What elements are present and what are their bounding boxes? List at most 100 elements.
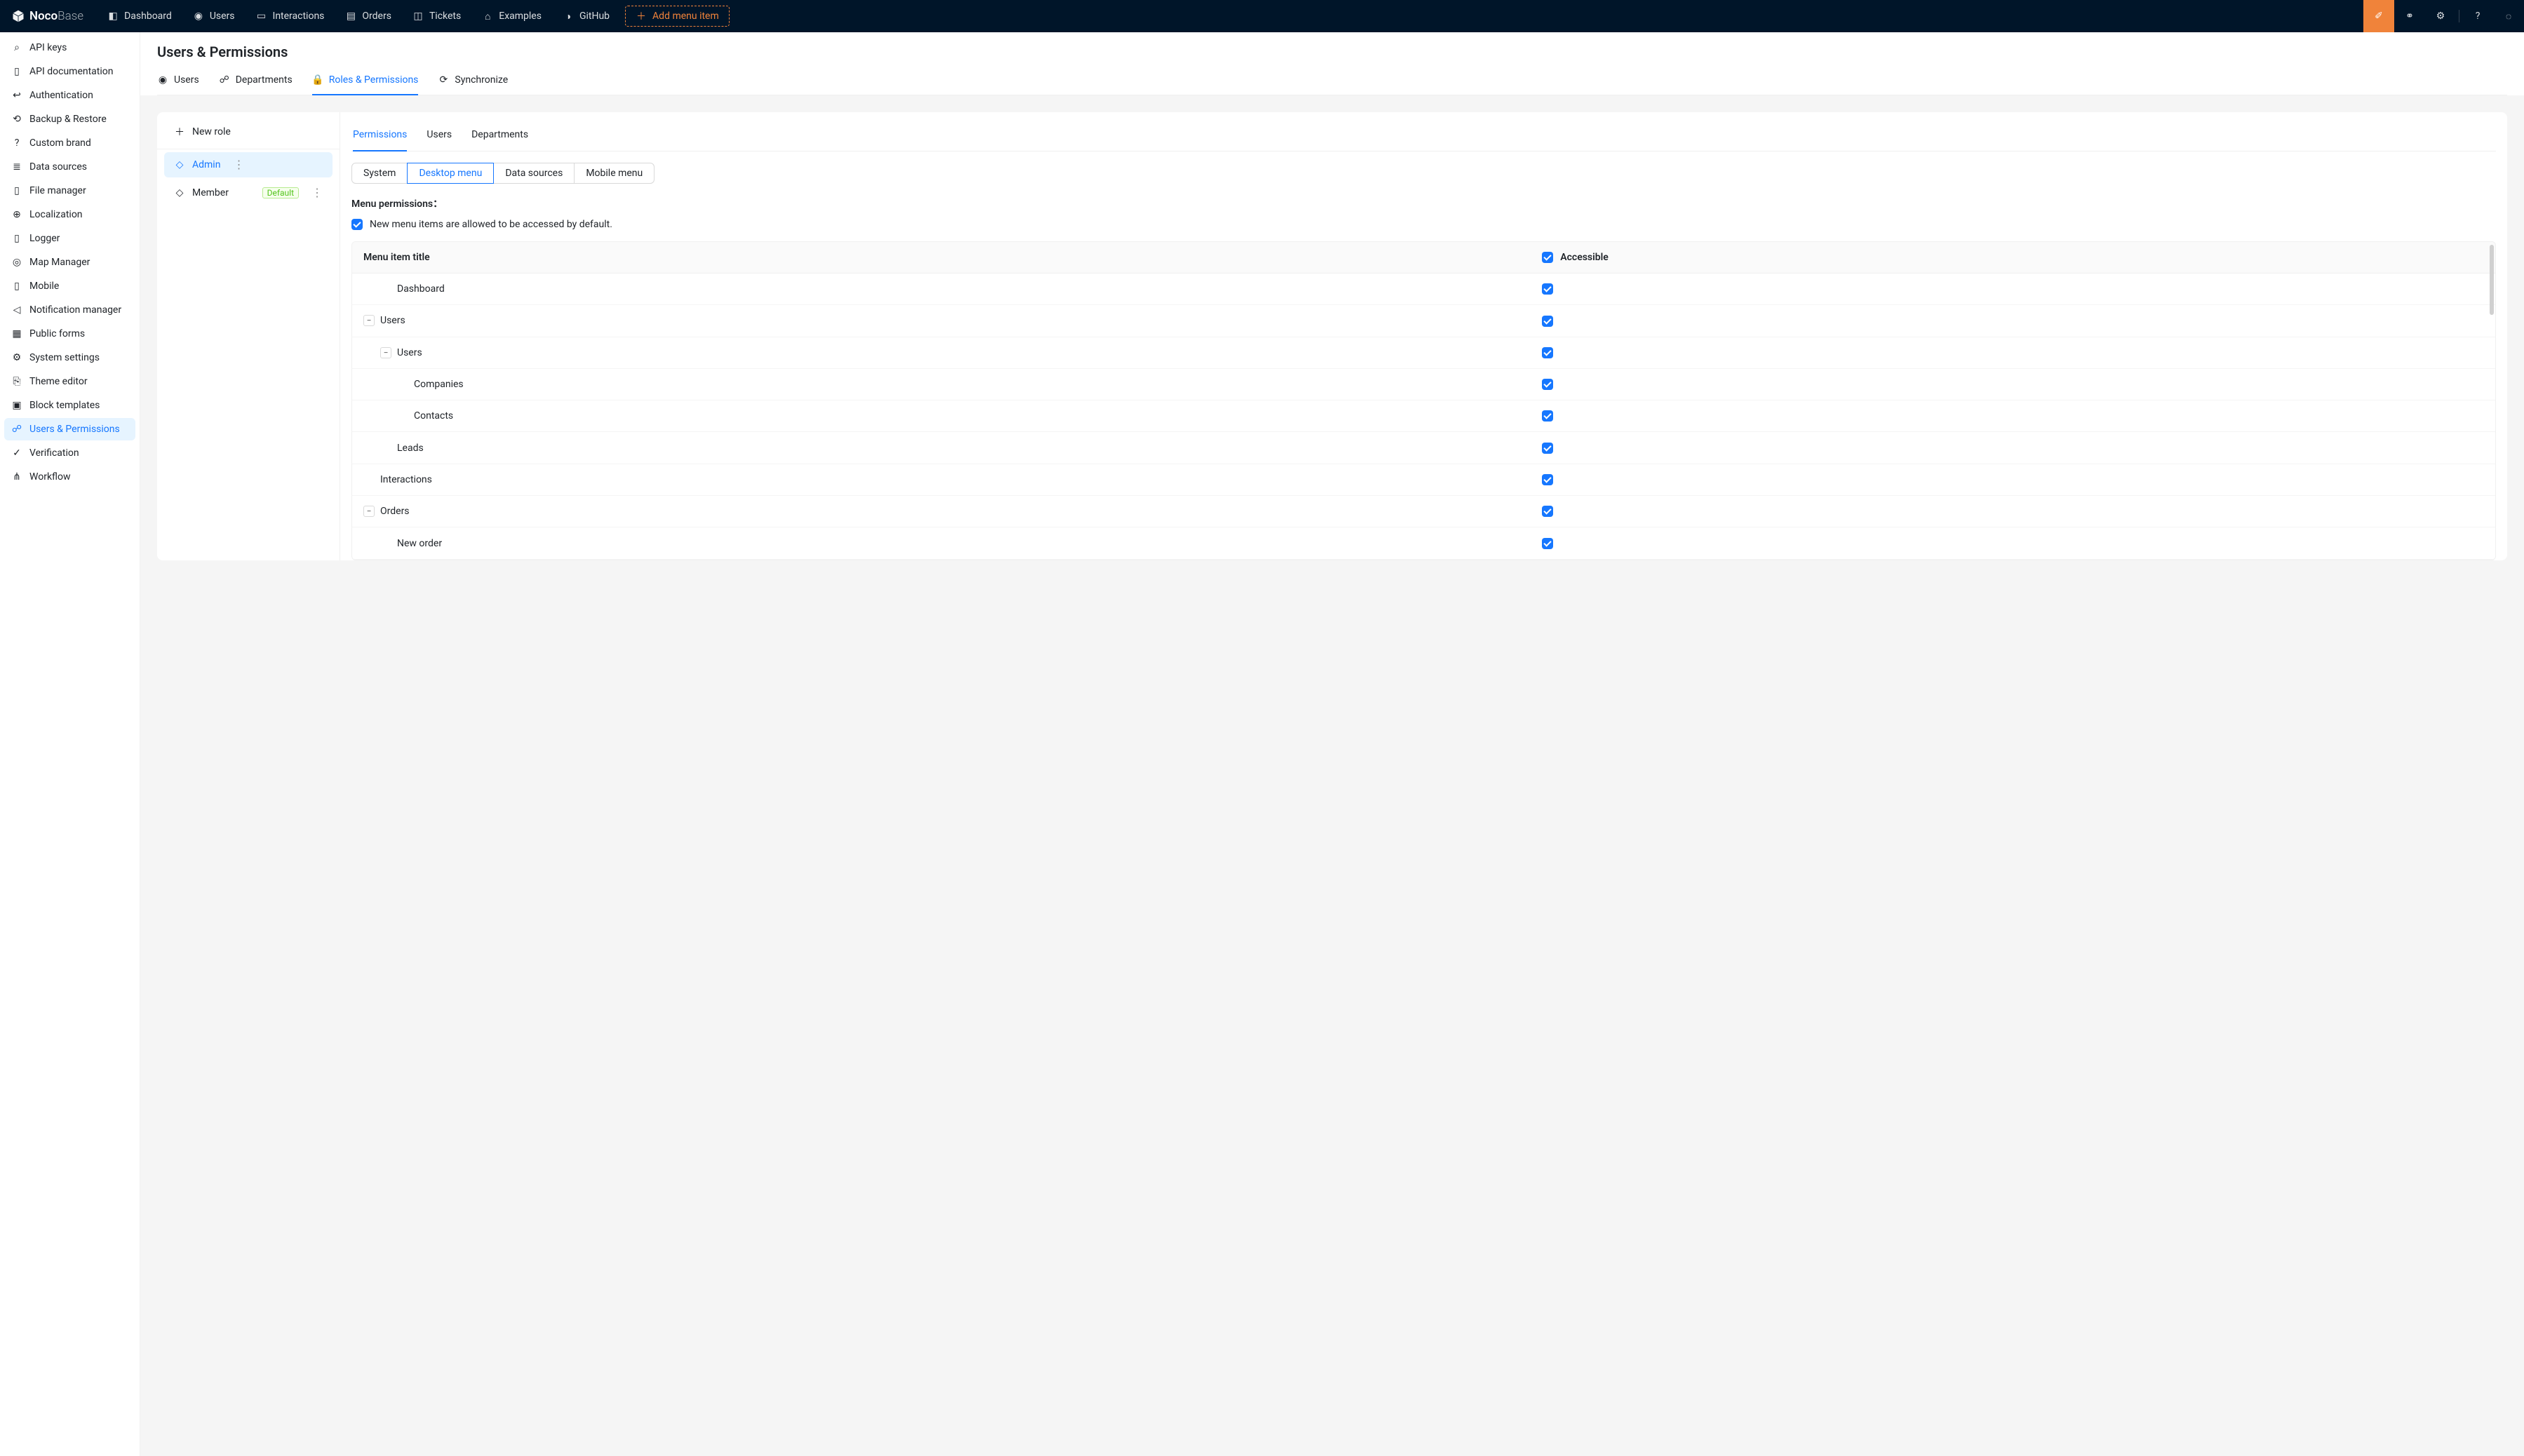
user-icon: ◉ — [157, 74, 168, 86]
accessible-checkbox[interactable] — [1542, 506, 1553, 517]
sidebar-item-system-settings[interactable]: ⚙ System settings — [4, 346, 135, 369]
plugin-button[interactable]: ⚭ — [2394, 0, 2425, 32]
top-header: NocoBase ◧ Dashboard ◉ Users ▭ Interacti… — [0, 0, 2524, 32]
role-more-icon[interactable]: ⋮ — [311, 187, 323, 198]
new-role-button[interactable]: ＋ New role — [157, 115, 340, 149]
default-access-checkbox[interactable] — [351, 219, 363, 230]
top-menu-label: Tickets — [429, 11, 461, 22]
accessible-cell — [1531, 400, 2495, 432]
design-mode-button[interactable]: ✐ — [2363, 0, 2394, 32]
sidebar-item-users-permissions[interactable]: ☍ Users & Permissions — [4, 418, 135, 440]
sidebar-item-label: Localization — [29, 209, 83, 220]
seg-data-sources[interactable]: Data sources — [493, 163, 575, 184]
top-menu-label: Users — [210, 11, 235, 22]
top-menu-label: Examples — [499, 11, 542, 22]
sidebar-item-file-manager[interactable]: ▯ File manager — [4, 180, 135, 202]
accessible-cell — [1531, 305, 2495, 337]
tab-roles-permissions[interactable]: 🔒 Roles & Permissions — [312, 67, 419, 95]
sidebar-item-notification-manager[interactable]: ◁ Notification manager — [4, 299, 135, 321]
sidebar-item-custom-brand[interactable]: ? Custom brand — [4, 132, 135, 154]
top-menu-label: GitHub — [579, 11, 610, 22]
sidebar-item-theme-editor[interactable]: ⎘ Theme editor — [4, 370, 135, 393]
top-menu-users[interactable]: ◉ Users — [183, 0, 245, 32]
sidebar-item-verification[interactable]: ✓ Verification — [4, 442, 135, 464]
seg-mobile-menu[interactable]: Mobile menu — [574, 163, 655, 184]
expand-toggle[interactable]: − — [363, 315, 375, 326]
data-icon: ≣ — [11, 161, 22, 173]
workflow-icon: ⋔ — [11, 471, 22, 483]
top-menu-dashboard[interactable]: ◧ Dashboard — [98, 0, 182, 32]
inner-tab-permissions[interactable]: Permissions — [353, 126, 407, 151]
table-scroll[interactable]: Menu item title Accessible — [352, 242, 2495, 560]
top-menu-examples[interactable]: ⌂ Examples — [472, 0, 551, 32]
menu-item-cell: Companies — [352, 368, 1531, 400]
expand-toggle[interactable]: − — [380, 347, 391, 358]
sidebar-item-label: API keys — [29, 42, 67, 53]
accessible-checkbox[interactable] — [1542, 410, 1553, 422]
account-button[interactable]: ◌ — [2493, 0, 2524, 32]
accessible-checkbox[interactable] — [1542, 283, 1553, 295]
logo-icon — [11, 9, 25, 23]
ticket-icon: ◫ — [412, 11, 424, 22]
settings-button[interactable]: ⚙ — [2425, 0, 2456, 32]
sidebar-item-localization[interactable]: ⊕ Localization — [4, 203, 135, 226]
settings-icon: ⚙ — [11, 352, 22, 363]
sidebar-item-workflow[interactable]: ⋔ Workflow — [4, 466, 135, 488]
menu-item-label: Contacts — [414, 410, 453, 422]
brand-icon: ? — [11, 137, 22, 149]
accessible-checkbox[interactable] — [1542, 538, 1553, 549]
top-menu-interactions[interactable]: ▭ Interactions — [246, 0, 335, 32]
accessible-checkbox[interactable] — [1542, 443, 1553, 454]
accessible-cell — [1531, 337, 2495, 368]
role-item-admin[interactable]: ◇ Admin ⋮ — [164, 152, 333, 177]
accessible-all-checkbox[interactable] — [1542, 252, 1553, 263]
tab-label: Departments — [236, 74, 293, 86]
tab-departments[interactable]: ☍ Departments — [219, 67, 293, 95]
expand-toggle[interactable]: − — [363, 506, 375, 517]
top-menu-tickets[interactable]: ◫ Tickets — [403, 0, 471, 32]
tab-users[interactable]: ◉ Users — [157, 67, 199, 95]
scrollbar[interactable] — [2490, 245, 2494, 315]
sidebar-item-authentication[interactable]: ↩ Authentication — [4, 84, 135, 107]
sidebar-item-api-documentation[interactable]: ▯ API documentation — [4, 60, 135, 83]
role-item-member[interactable]: ◇ Member Default ⋮ — [164, 180, 333, 205]
accessible-checkbox[interactable] — [1542, 474, 1553, 485]
inner-tab-users[interactable]: Users — [427, 126, 452, 151]
accessible-checkbox[interactable] — [1542, 347, 1553, 358]
inner-tab-departments[interactable]: Departments — [471, 126, 528, 151]
sidebar-item-map-manager[interactable]: ◎ Map Manager — [4, 251, 135, 274]
role-more-icon[interactable]: ⋮ — [233, 159, 244, 170]
sidebar-item-api-keys[interactable]: ⌕ API keys — [4, 36, 135, 59]
page-title: Users & Permissions — [157, 43, 2507, 60]
top-menu-github[interactable]: ◑ GitHub — [553, 0, 619, 32]
menu-item-cell: Leads — [352, 432, 1531, 464]
table-row: −Users — [352, 305, 2495, 337]
sidebar-item-mobile[interactable]: ▯ Mobile — [4, 275, 135, 297]
sidebar-item-data-sources[interactable]: ≣ Data sources — [4, 156, 135, 178]
add-menu-item-button[interactable]: ＋ Add menu item — [625, 6, 730, 27]
role-label: Member — [192, 187, 229, 198]
seg-system[interactable]: System — [351, 163, 408, 184]
seg-desktop-menu[interactable]: Desktop menu — [407, 163, 494, 184]
examples-icon: ⌂ — [482, 11, 493, 22]
help-button[interactable]: ? — [2462, 0, 2493, 32]
sidebar-item-label: Map Manager — [29, 257, 90, 268]
tab-synchronize[interactable]: ⟳ Synchronize — [438, 67, 508, 95]
menu-item-label: Interactions — [380, 474, 432, 485]
brand-text: NocoBase — [29, 9, 83, 23]
top-menu-orders[interactable]: ▤ Orders — [335, 0, 401, 32]
accessible-checkbox[interactable] — [1542, 379, 1553, 390]
table-row: −Orders — [352, 496, 2495, 527]
sidebar-item-backup-restore[interactable]: ⟲ Backup & Restore — [4, 108, 135, 130]
sidebar-item-block-templates[interactable]: ▣ Block templates — [4, 394, 135, 417]
map-icon: ◎ — [11, 257, 22, 268]
brand-logo[interactable]: NocoBase — [11, 9, 83, 23]
sidebar-item-logger[interactable]: ▯ Logger — [4, 227, 135, 250]
menu-item-label: Dashboard — [397, 283, 445, 295]
accessible-checkbox[interactable] — [1542, 316, 1553, 327]
theme-icon: ⎘ — [11, 376, 22, 387]
sidebar-item-label: System settings — [29, 352, 100, 363]
plugin-icon: ⚭ — [2404, 11, 2415, 22]
sidebar-item-public-forms[interactable]: ▦ Public forms — [4, 323, 135, 345]
blocks-icon: ▣ — [11, 400, 22, 411]
